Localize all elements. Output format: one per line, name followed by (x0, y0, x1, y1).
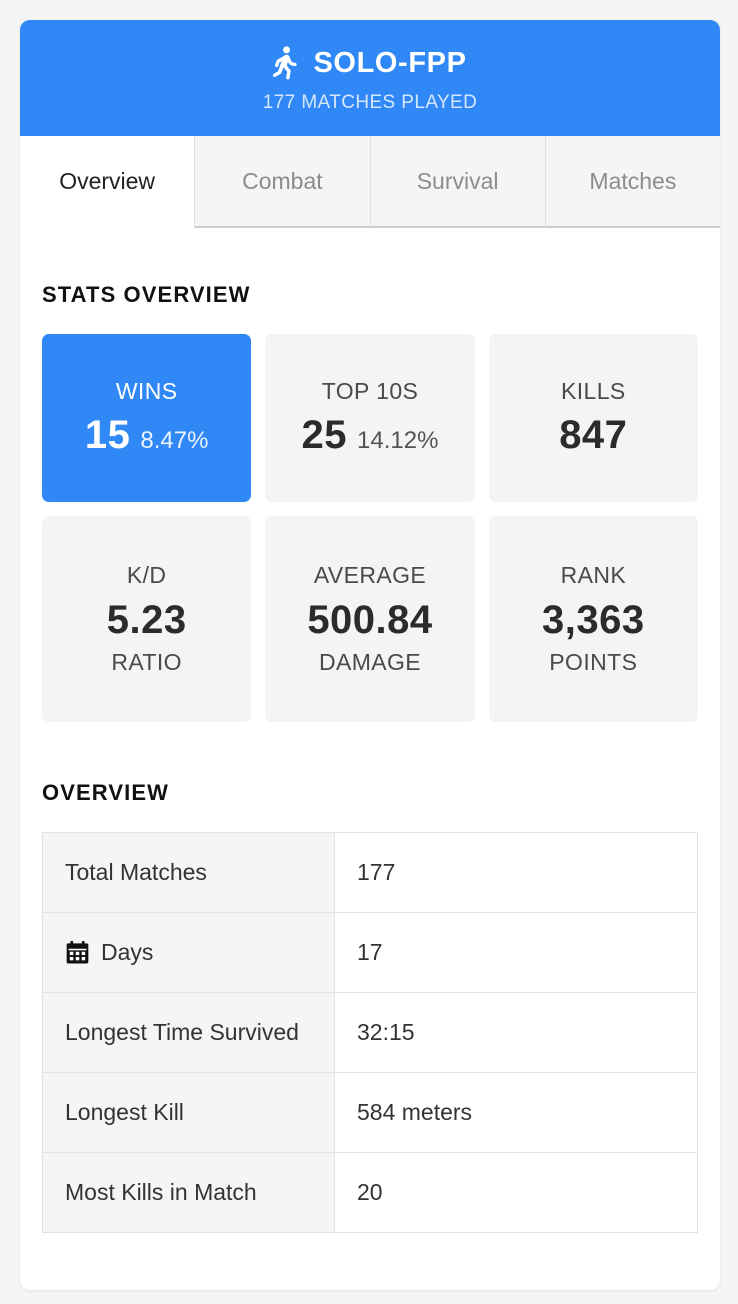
row-value-longest-time-survived: 32:15 (334, 992, 698, 1073)
row-label-total-matches: Total Matches (42, 832, 335, 913)
matches-played-label: 177 MATCHES PLAYED (262, 92, 478, 113)
stat-value-row-wins: 15 8.47% (85, 413, 209, 458)
stat-card-wins[interactable]: WINS 15 8.47% (42, 334, 252, 502)
row-value-days: 17 (334, 912, 698, 993)
row-label-most-kills-in-match: Most Kills in Match (42, 1152, 335, 1233)
stat-sub-rank-points: POINTS (549, 648, 638, 675)
overview-heading: OVERVIEW (42, 780, 169, 805)
row-label-total-matches-text: Total Matches (65, 859, 207, 885)
tab-matches-label: Matches (589, 167, 677, 194)
stat-value-wins: 15 (84, 413, 131, 458)
stats-overview-heading: STATS OVERVIEW (42, 282, 251, 307)
tab-survival[interactable]: Survival (370, 136, 546, 228)
stat-value-average-damage: 500.84 (307, 597, 433, 642)
stat-sub-kd: RATIO (111, 648, 182, 675)
stat-card-kills[interactable]: KILLS 847 (488, 334, 698, 502)
row-label-days: Days (42, 912, 335, 993)
stat-value-row-rank-points: 3,363 (542, 598, 645, 643)
stat-card-average-damage[interactable]: AVERAGE 500.84 DAMAGE (265, 516, 475, 722)
mode-title: SOLO-FPP (313, 46, 467, 79)
stat-value-kd: 5.23 (106, 597, 187, 642)
table-row: Days 17 (42, 912, 698, 993)
stat-value-kills: 847 (559, 413, 628, 458)
header-title-row: SOLO-FPP (40, 46, 700, 80)
stat-label-average-damage: AVERAGE (313, 562, 427, 589)
stat-card-rank-points[interactable]: RANK 3,363 POINTS (488, 516, 698, 722)
row-value-total-matches: 177 (334, 832, 698, 913)
tab-survival-label: Survival (416, 167, 499, 194)
row-label-most-kills-in-match-text: Most Kills in Match (65, 1179, 257, 1205)
tab-overview[interactable]: Overview (20, 136, 196, 228)
tab-combat-label: Combat (242, 167, 323, 194)
tab-overview-label: Overview (59, 167, 156, 194)
row-label-longest-time-survived: Longest Time Survived (42, 992, 335, 1073)
table-row: Longest Kill 584 meters (42, 1072, 698, 1153)
tab-matches[interactable]: Matches (545, 136, 720, 228)
row-label-longest-time-survived-text: Longest Time Survived (65, 1019, 299, 1045)
mode-header: SOLO-FPP 177 MATCHES PLAYED (20, 20, 720, 136)
stat-label-rank-points: RANK (560, 562, 627, 589)
stat-value-rank-points: 3,363 (542, 597, 645, 642)
stat-pct-wins: 8.47% (140, 427, 209, 455)
row-value-longest-kill: 584 meters (334, 1072, 698, 1153)
stat-value-row-kd: 5.23 (107, 598, 187, 643)
stat-card-kd[interactable]: K/D 5.23 RATIO (42, 516, 252, 722)
table-row: Longest Time Survived 32:15 (42, 992, 698, 1073)
row-label-days-text: Days (101, 939, 154, 965)
stat-label-wins: WINS (115, 377, 178, 404)
stat-value-row-top10s: 25 14.12% (302, 413, 439, 458)
tab-combat[interactable]: Combat (195, 136, 371, 228)
stat-value-row-kills: 847 (559, 413, 627, 458)
page-root: SOLO-FPP 177 MATCHES PLAYED Overview Com… (0, 0, 738, 1304)
stats-card: SOLO-FPP 177 MATCHES PLAYED Overview Com… (20, 20, 720, 1290)
row-label-longest-kill-text: Longest Kill (65, 1099, 184, 1125)
stats-grid: WINS 15 8.47% TOP 10S 25 14.12% KILLS 84… (42, 334, 698, 722)
stat-value-top10s: 25 (301, 413, 348, 458)
stat-value-row-average-damage: 500.84 (307, 598, 432, 643)
stat-pct-top10s: 14.12% (357, 427, 439, 455)
row-value-most-kills-in-match: 20 (334, 1152, 698, 1233)
stat-label-kills: KILLS (560, 377, 626, 404)
stat-label-kd: K/D (126, 562, 167, 589)
stat-sub-average-damage: DAMAGE (318, 648, 422, 675)
table-row: Most Kills in Match 20 (42, 1152, 698, 1233)
card-body: STATS OVERVIEW WINS 15 8.47% TOP 10S 25 … (20, 282, 720, 1233)
overview-table: Total Matches 177 Days 17 Longest Time S… (42, 832, 698, 1233)
stat-label-top10s: TOP 10S (321, 377, 419, 404)
table-row: Total Matches 177 (42, 832, 698, 913)
stat-card-top10s[interactable]: TOP 10S 25 14.12% (265, 334, 475, 502)
walking-person-icon (273, 46, 299, 80)
calendar-icon (65, 940, 90, 965)
row-label-longest-kill: Longest Kill (42, 1072, 335, 1153)
tab-bar: Overview Combat Survival Matches (20, 136, 720, 228)
